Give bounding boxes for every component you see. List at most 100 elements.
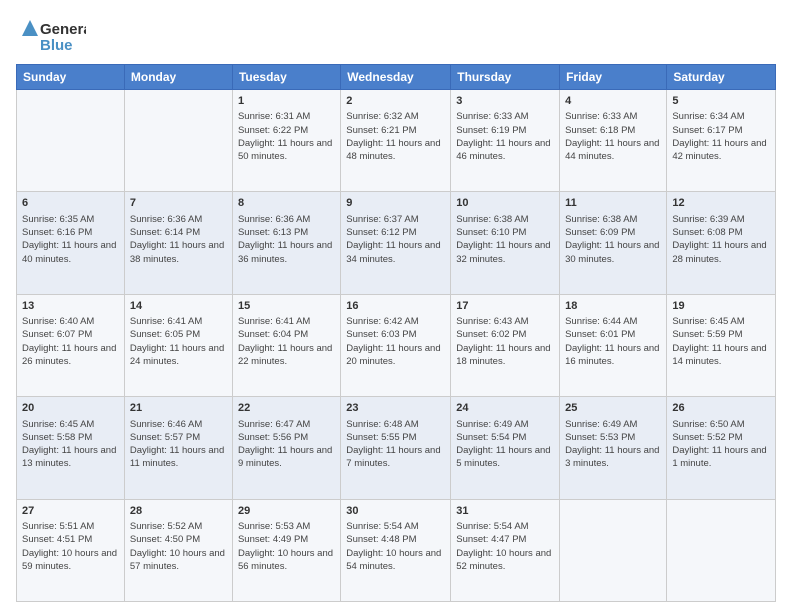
day-info: Sunrise: 6:31 AM Sunset: 6:22 PM Dayligh… [238,110,335,163]
calendar-cell: 27Sunrise: 5:51 AM Sunset: 4:51 PM Dayli… [17,499,125,601]
calendar-cell: 3Sunrise: 6:33 AM Sunset: 6:19 PM Daylig… [451,90,560,192]
calendar-cell [124,90,232,192]
calendar-cell: 2Sunrise: 6:32 AM Sunset: 6:21 PM Daylig… [341,90,451,192]
calendar-cell: 15Sunrise: 6:41 AM Sunset: 6:04 PM Dayli… [232,294,340,396]
day-number: 21 [130,401,227,416]
calendar-cell: 20 Sunrise: 6:45 AM Sunset: 5:58 PM Dayli… [17,397,125,499]
day-info: Sunrise: 5:51 AM Sunset: 4:51 PM Dayligh… [22,520,119,573]
day-number: 28 [130,504,227,519]
logo: GeneralBlue [16,16,86,56]
day-info: Sunrise: 6:36 AM Sunset: 6:13 PM Dayligh… [238,213,335,266]
day-info: Sunrise: 6:36 AM Sunset: 6:14 PM Dayligh… [130,213,227,266]
calendar-cell: 11Sunrise: 6:38 AM Sunset: 6:09 PM Dayli… [560,192,667,294]
day-number: 7 [130,196,227,211]
calendar-cell: 4Sunrise: 6:33 AM Sunset: 6:18 PM Daylig… [560,90,667,192]
day-number: 13 [22,299,119,314]
calendar-cell: 28Sunrise: 5:52 AM Sunset: 4:50 PM Dayli… [124,499,232,601]
day-number: 30 [346,504,445,519]
calendar-cell: 21 Sunrise: 6:46 AM Sunset: 5:57 PM Dayli… [124,397,232,499]
day-info: Sunrise: 6:34 AM Sunset: 6:17 PM Dayligh… [672,110,770,163]
calendar-cell: 14Sunrise: 6:41 AM Sunset: 6:05 PM Dayli… [124,294,232,396]
calendar-cell: 19Sunrise: 6:45 AM Sunset: 5:59 PM Dayli… [667,294,776,396]
day-info: Sunrise: 6:41 AM Sunset: 6:05 PM Dayligh… [130,315,227,368]
svg-text:Blue: Blue [40,37,73,54]
calendar-cell: 1Sunrise: 6:31 AM Sunset: 6:22 PM Daylig… [232,90,340,192]
day-info: Sunrise: 5:54 AM Sunset: 4:48 PM Dayligh… [346,520,445,573]
calendar-row-3: 20 Sunrise: 6:45 AM Sunset: 5:58 PM Dayli… [17,397,776,499]
calendar-row-4: 27Sunrise: 5:51 AM Sunset: 4:51 PM Dayli… [17,499,776,601]
day-info: Sunrise: 6:35 AM Sunset: 6:16 PM Dayligh… [22,213,119,266]
day-info: Sunrise: 6:33 AM Sunset: 6:18 PM Dayligh… [565,110,661,163]
calendar-cell: 18Sunrise: 6:44 AM Sunset: 6:01 PM Dayli… [560,294,667,396]
calendar-cell: 25 Sunrise: 6:49 AM Sunset: 5:53 PM Dayli… [560,397,667,499]
day-number: 8 [238,196,335,211]
day-number: 9 [346,196,445,211]
calendar-cell [667,499,776,601]
day-info: Sunrise: 6:48 AM Sunset: 5:55 PM Dayligh… [346,418,445,471]
calendar-cell: 12 Sunrise: 6:39 AM Sunset: 6:08 PM Dayli… [667,192,776,294]
day-info: Sunrise: 6:47 AM Sunset: 5:56 PM Dayligh… [238,418,335,471]
day-info: Sunrise: 5:54 AM Sunset: 4:47 PM Dayligh… [456,520,554,573]
calendar-cell: 7 Sunrise: 6:36 AM Sunset: 6:14 PM Daylig… [124,192,232,294]
day-number: 31 [456,504,554,519]
day-info: Sunrise: 6:32 AM Sunset: 6:21 PM Dayligh… [346,110,445,163]
calendar-cell: 5Sunrise: 6:34 AM Sunset: 6:17 PM Daylig… [667,90,776,192]
calendar-cell: 22 Sunrise: 6:47 AM Sunset: 5:56 PM Dayli… [232,397,340,499]
header-thursday: Thursday [451,65,560,90]
day-number: 18 [565,299,661,314]
calendar-cell: 6 Sunrise: 6:35 AM Sunset: 6:16 PM Daylig… [17,192,125,294]
day-number: 16 [346,299,445,314]
header-wednesday: Wednesday [341,65,451,90]
calendar-header-row: SundayMondayTuesdayWednesdayThursdayFrid… [17,65,776,90]
day-number: 27 [22,504,119,519]
calendar-cell: 9 Sunrise: 6:37 AM Sunset: 6:12 PM Daylig… [341,192,451,294]
calendar-cell: 26 Sunrise: 6:50 AM Sunset: 5:52 PM Dayli… [667,397,776,499]
day-number: 22 [238,401,335,416]
day-info: Sunrise: 6:43 AM Sunset: 6:02 PM Dayligh… [456,315,554,368]
logo-svg: GeneralBlue [16,16,86,56]
day-number: 12 [672,196,770,211]
day-number: 6 [22,196,119,211]
day-info: Sunrise: 5:53 AM Sunset: 4:49 PM Dayligh… [238,520,335,573]
calendar-cell: 10Sunrise: 6:38 AM Sunset: 6:10 PM Dayli… [451,192,560,294]
day-number: 11 [565,196,661,211]
header-sunday: Sunday [17,65,125,90]
day-number: 15 [238,299,335,314]
day-number: 1 [238,94,335,109]
day-info: Sunrise: 6:49 AM Sunset: 5:54 PM Dayligh… [456,418,554,471]
day-number: 19 [672,299,770,314]
day-info: Sunrise: 6:42 AM Sunset: 6:03 PM Dayligh… [346,315,445,368]
calendar-table: SundayMondayTuesdayWednesdayThursdayFrid… [16,64,776,602]
day-info: Sunrise: 6:45 AM Sunset: 5:59 PM Dayligh… [672,315,770,368]
day-number: 3 [456,94,554,109]
header-friday: Friday [560,65,667,90]
calendar-cell: 8 Sunrise: 6:36 AM Sunset: 6:13 PM Daylig… [232,192,340,294]
day-info: Sunrise: 6:49 AM Sunset: 5:53 PM Dayligh… [565,418,661,471]
header-tuesday: Tuesday [232,65,340,90]
day-number: 26 [672,401,770,416]
calendar-row-0: 1Sunrise: 6:31 AM Sunset: 6:22 PM Daylig… [17,90,776,192]
day-number: 20 [22,401,119,416]
day-info: Sunrise: 6:37 AM Sunset: 6:12 PM Dayligh… [346,213,445,266]
day-number: 25 [565,401,661,416]
day-number: 2 [346,94,445,109]
day-number: 5 [672,94,770,109]
day-number: 17 [456,299,554,314]
day-info: Sunrise: 6:50 AM Sunset: 5:52 PM Dayligh… [672,418,770,471]
calendar-cell: 13Sunrise: 6:40 AM Sunset: 6:07 PM Dayli… [17,294,125,396]
day-info: Sunrise: 6:39 AM Sunset: 6:08 PM Dayligh… [672,213,770,266]
svg-text:General: General [40,21,86,38]
day-number: 23 [346,401,445,416]
day-info: Sunrise: 6:45 AM Sunset: 5:58 PM Dayligh… [22,418,119,471]
day-number: 29 [238,504,335,519]
day-info: Sunrise: 6:40 AM Sunset: 6:07 PM Dayligh… [22,315,119,368]
header-monday: Monday [124,65,232,90]
day-info: Sunrise: 6:46 AM Sunset: 5:57 PM Dayligh… [130,418,227,471]
day-number: 24 [456,401,554,416]
calendar-cell: 30Sunrise: 5:54 AM Sunset: 4:48 PM Dayli… [341,499,451,601]
day-info: Sunrise: 6:41 AM Sunset: 6:04 PM Dayligh… [238,315,335,368]
calendar-cell: 24 Sunrise: 6:49 AM Sunset: 5:54 PM Dayli… [451,397,560,499]
header-saturday: Saturday [667,65,776,90]
calendar-cell: 16Sunrise: 6:42 AM Sunset: 6:03 PM Dayli… [341,294,451,396]
calendar-cell [17,90,125,192]
